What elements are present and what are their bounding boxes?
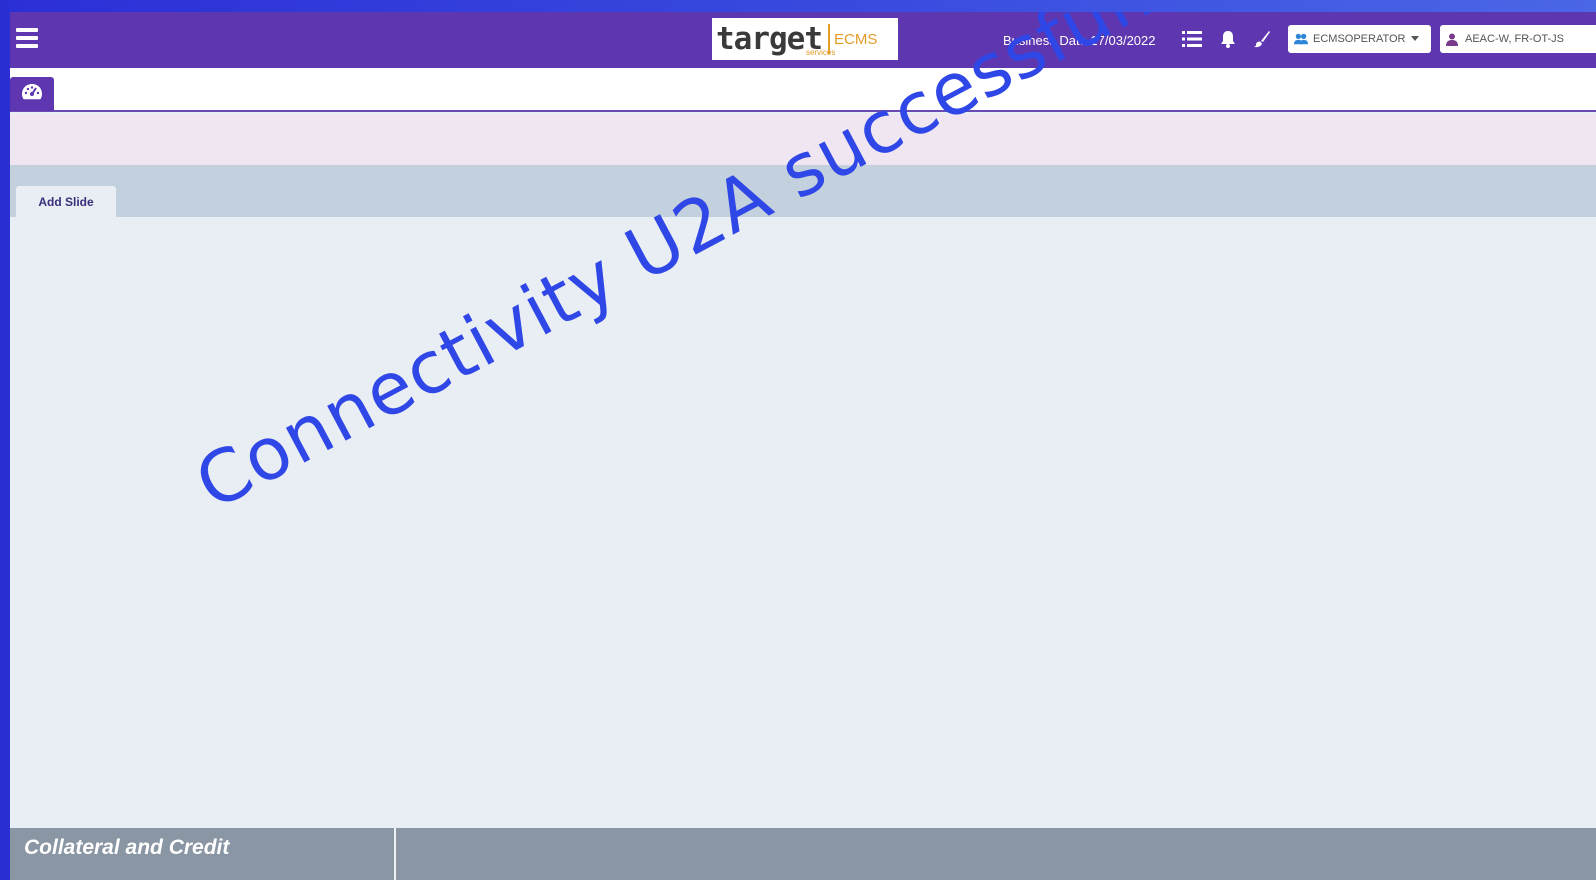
- main-content: [10, 217, 1596, 829]
- app-header: target services ECMS Business Date 17/03…: [10, 12, 1596, 68]
- brush-icon[interactable]: [1251, 28, 1273, 50]
- bell-icon[interactable]: [1217, 28, 1239, 50]
- user-icon: [1446, 32, 1460, 46]
- dashboard-button[interactable]: [10, 77, 54, 111]
- role-selector-label: ECMSOPERATOR: [1313, 33, 1406, 45]
- footer-title: Collateral and Credit: [10, 828, 396, 880]
- toolbar: [10, 68, 1596, 112]
- tab-add-slide[interactable]: Add Slide: [16, 186, 116, 217]
- users-icon: [1294, 32, 1308, 46]
- caret-down-icon: [1410, 33, 1419, 45]
- logo-subtext: services: [806, 48, 836, 57]
- list-icon[interactable]: [1181, 28, 1203, 50]
- footer: Collateral and Credit: [10, 828, 1596, 880]
- logo-product: ECMS: [833, 30, 878, 48]
- user-label: AEAC-W, FR-OT-JS: [1465, 33, 1564, 45]
- user-button[interactable]: AEAC-W, FR-OT-JS: [1440, 25, 1596, 53]
- dashboard-icon: [21, 83, 43, 106]
- app-window: target services ECMS Business Date 17/03…: [10, 12, 1596, 880]
- hamburger-icon[interactable]: [16, 28, 38, 50]
- target-ecms-logo: target services ECMS: [712, 18, 898, 60]
- window-left-border: [0, 0, 10, 880]
- window-top-border: [0, 0, 1596, 12]
- role-selector-button[interactable]: ECMSOPERATOR: [1288, 25, 1431, 53]
